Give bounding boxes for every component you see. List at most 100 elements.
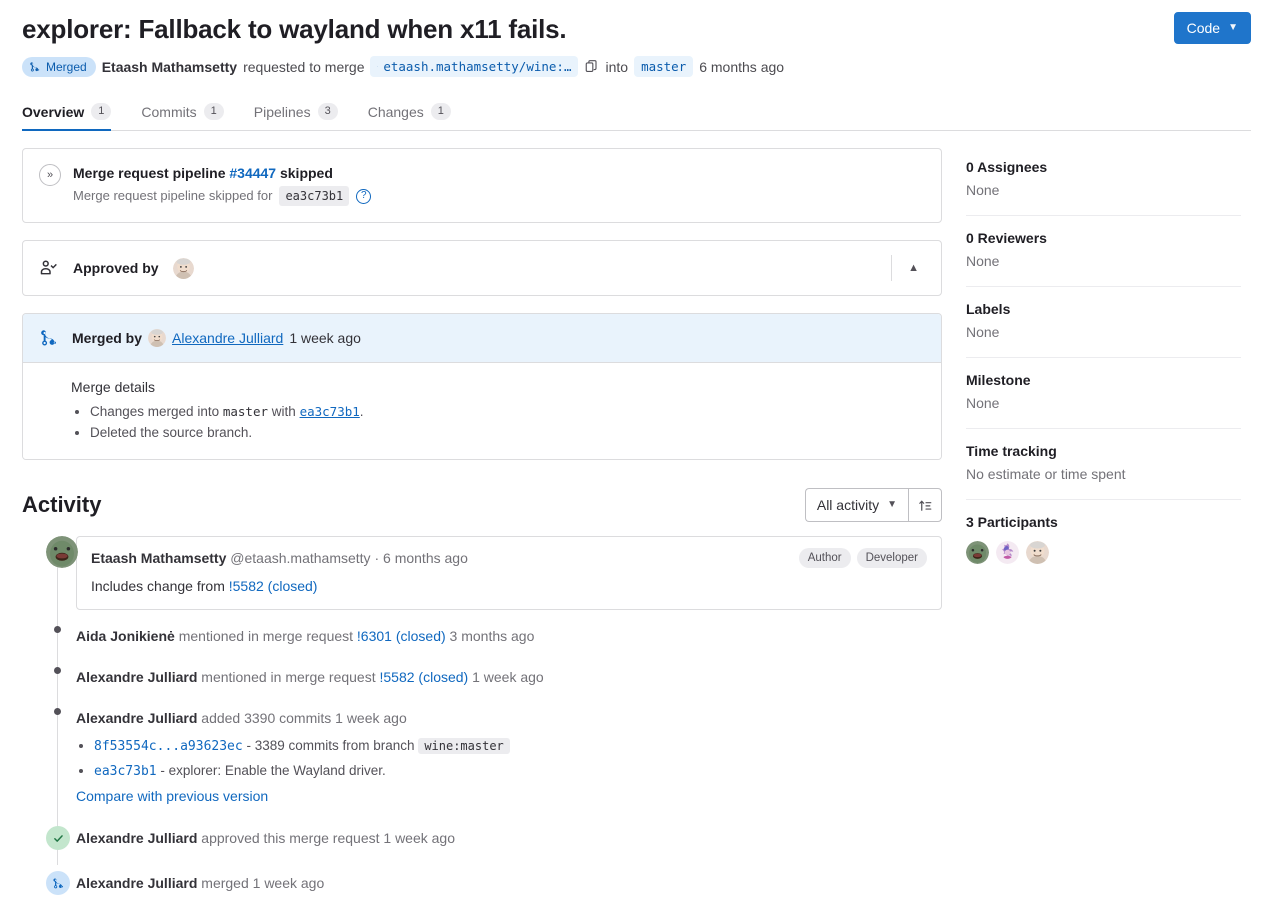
check-circle-icon bbox=[46, 826, 70, 851]
tab-changes[interactable]: Changes 1 bbox=[368, 103, 451, 131]
sidebar-assignees-title: 0 Assignees bbox=[966, 159, 1048, 176]
source-branch-name: etaash.mathamsetty/wine:… bbox=[383, 59, 572, 75]
merged-by-label: Merged by bbox=[72, 330, 143, 347]
mr-meta: Merged Etaash Mathamsetty requested to m… bbox=[22, 56, 1251, 78]
copy-branch-icon[interactable] bbox=[584, 59, 599, 74]
activity-note: Etaash Mathamsetty @etaash.mathamsetty ·… bbox=[22, 536, 942, 611]
activity-filter-label: All activity bbox=[816, 497, 880, 514]
chevron-down-icon: ▼ bbox=[1228, 22, 1238, 33]
sidebar-milestone-value: None bbox=[966, 395, 1000, 412]
event-actor[interactable]: Alexandre Julliard bbox=[76, 830, 197, 846]
tab-commits[interactable]: Commits 1 bbox=[141, 103, 224, 131]
compare-previous-version-link[interactable]: Compare with previous version bbox=[76, 788, 268, 804]
status-badge-label: Merged bbox=[46, 59, 87, 74]
code-button[interactable]: Code ▼ bbox=[1173, 12, 1251, 44]
sidebar-reviewers: 0 Reviewers None bbox=[966, 216, 1241, 288]
approver-avatar[interactable] bbox=[172, 257, 194, 279]
merged-by-user-link[interactable]: Alexandre Julliard bbox=[172, 330, 283, 346]
sidebar-labels-value: None bbox=[966, 324, 1000, 341]
note-author-avatar[interactable] bbox=[46, 536, 78, 569]
merge-detail-item: Changes merged into master with ea3c73b1… bbox=[90, 401, 925, 422]
target-branch-chip[interactable]: master bbox=[634, 56, 694, 78]
event-link[interactable]: !5582 (closed) bbox=[380, 669, 469, 685]
pipeline-commit-sha[interactable]: ea3c73b1 bbox=[279, 186, 350, 207]
activity-sort-button[interactable] bbox=[908, 488, 942, 523]
tab-commits-label: Commits bbox=[141, 103, 197, 120]
merge-request-page: explorer: Fallback to wayland when x11 f… bbox=[0, 0, 1273, 899]
merge-details: Merge details Changes merged into master… bbox=[23, 363, 941, 460]
merge-icon bbox=[46, 871, 70, 896]
pipeline-title-prefix: Merge request pipeline bbox=[73, 165, 226, 182]
help-icon[interactable]: ? bbox=[356, 188, 372, 204]
sidebar-milestone-title: Milestone bbox=[966, 372, 1031, 389]
sidebar-milestone: Milestone None bbox=[966, 358, 1241, 430]
commit-range-link[interactable]: 8f53554c...a93623ec bbox=[94, 739, 243, 754]
merge-icon bbox=[30, 62, 40, 72]
activity-filter-dropdown[interactable]: All activity ▼ bbox=[804, 488, 908, 523]
note-author-name[interactable]: Etaash Mathamsetty bbox=[91, 550, 226, 566]
badge-developer: Developer bbox=[856, 548, 927, 569]
pipeline-sub-text: Merge request pipeline skipped for bbox=[73, 188, 273, 204]
activity-event: Alexandre Julliard merged 1 week ago bbox=[22, 871, 942, 896]
branch-icon bbox=[377, 66, 379, 68]
activity-event: Alexandre Julliard mentioned in merge re… bbox=[22, 667, 942, 687]
event-actor[interactable]: Alexandre Julliard bbox=[76, 710, 197, 726]
activity-header: Activity All activity ▼ bbox=[22, 488, 942, 523]
note-body: Includes change from !5582 (closed) bbox=[91, 576, 927, 596]
event-text: Alexandre Julliard approved this merge r… bbox=[76, 826, 455, 848]
tab-pipelines-label: Pipelines bbox=[253, 103, 311, 120]
timeline-dot-icon bbox=[54, 667, 61, 675]
mr-header: explorer: Fallback to wayland when x11 f… bbox=[0, 0, 1273, 78]
sidebar-time-tracking-value: No estimate or time spent bbox=[966, 466, 1126, 483]
event-action: mentioned in merge request bbox=[201, 669, 376, 686]
sidebar-reviewers-value: None bbox=[966, 253, 1000, 270]
pipeline-skipped-icon: » bbox=[39, 164, 61, 187]
commit-sha-link[interactable]: ea3c73b1 bbox=[94, 764, 157, 779]
participant-avatar[interactable] bbox=[996, 541, 1019, 565]
event-action: added 3390 commits bbox=[201, 710, 332, 727]
sidebar-labels-title: Labels bbox=[966, 301, 1011, 318]
merger-avatar[interactable] bbox=[148, 329, 167, 348]
approved-by-label: Approved by bbox=[73, 260, 159, 277]
note-meta: Etaash Mathamsetty @etaash.mathamsetty ·… bbox=[91, 548, 468, 568]
event-text: Alexandre Julliard added 3390 commits 1 … bbox=[76, 708, 942, 728]
chevron-up-icon[interactable]: ▲ bbox=[908, 262, 919, 274]
activity-event: Alexandre Julliard approved this merge r… bbox=[22, 826, 942, 851]
participant-avatar[interactable] bbox=[966, 541, 989, 565]
tab-overview-label: Overview bbox=[22, 103, 85, 120]
pipeline-id-link[interactable]: #34447 bbox=[229, 165, 276, 181]
pipeline-title: Merge request pipeline #34447 skipped bbox=[73, 163, 371, 183]
sort-ascending-icon bbox=[918, 500, 931, 511]
note-author-handle[interactable]: @etaash.mathamsetty bbox=[230, 550, 370, 566]
note-body-mr-link[interactable]: !5582 (closed) bbox=[229, 578, 318, 594]
tab-overview[interactable]: Overview 1 bbox=[22, 103, 112, 132]
chevron-down-icon: ▼ bbox=[887, 499, 897, 511]
note-separator: · bbox=[374, 550, 380, 567]
source-branch-chip[interactable]: etaash.mathamsetty/wine:… bbox=[370, 56, 579, 78]
page-title: explorer: Fallback to wayland when x11 f… bbox=[22, 14, 567, 44]
approvals-widget: Approved by ▲ bbox=[22, 240, 942, 297]
event-actor[interactable]: Alexandre Julliard bbox=[76, 875, 197, 891]
event-actor[interactable]: Alexandre Julliard bbox=[76, 669, 197, 685]
tab-pipelines[interactable]: Pipelines 3 bbox=[254, 103, 338, 131]
event-link[interactable]: !6301 (closed) bbox=[357, 628, 446, 644]
sidebar-assignees-value: None bbox=[966, 182, 1000, 199]
avatar bbox=[46, 536, 78, 569]
tab-pipelines-count: 3 bbox=[317, 103, 338, 121]
participant-avatar[interactable] bbox=[1026, 541, 1049, 565]
avatar bbox=[996, 541, 1019, 565]
merge-detail-sha-link[interactable]: ea3c73b1 bbox=[300, 404, 360, 419]
tab-commits-count: 1 bbox=[203, 103, 224, 121]
merge-detail-item: Deleted the source branch. bbox=[90, 422, 925, 443]
mr-action-text: requested to merge bbox=[243, 58, 365, 75]
timeline-dot-icon bbox=[54, 626, 61, 634]
note-body-prefix: Includes change from bbox=[91, 578, 225, 595]
merge-detail-period: . bbox=[359, 404, 364, 420]
badge-author: Author bbox=[798, 548, 851, 569]
event-actor[interactable]: Aida Jonikienė bbox=[76, 628, 175, 644]
event-text: Alexandre Julliard mentioned in merge re… bbox=[76, 667, 544, 687]
event-text: Aida Jonikienė mentioned in merge reques… bbox=[76, 626, 534, 646]
merged-time: 1 week ago bbox=[289, 330, 361, 347]
commit-single-item: ea3c73b1 - explorer: Enable the Wayland … bbox=[94, 759, 942, 784]
code-button-label: Code bbox=[1186, 20, 1221, 36]
